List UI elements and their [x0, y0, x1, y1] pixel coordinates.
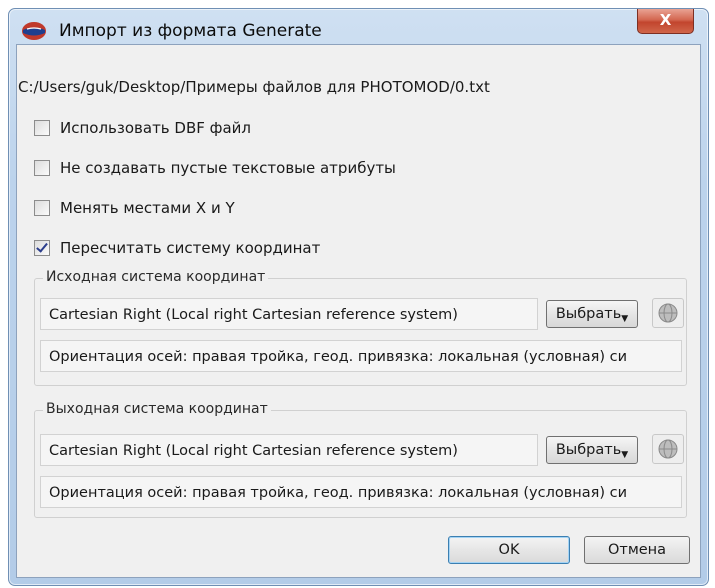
option-swap-xy[interactable]: Менять местами X и Y — [34, 198, 235, 218]
close-button[interactable]: X — [637, 9, 694, 34]
target-cs-group-label: Выходная система координат — [43, 401, 271, 417]
cancel-button[interactable]: Отмена — [584, 536, 690, 564]
option-label: Менять местами X и Y — [60, 199, 235, 217]
ok-button[interactable]: OK — [448, 536, 570, 564]
source-cs-group-label: Исходная система координат — [43, 269, 269, 285]
checkbox[interactable] — [34, 120, 50, 136]
target-cs-description-field: Ориентация осей: правая тройка, геод. пр… — [40, 476, 682, 508]
checkbox[interactable] — [34, 160, 50, 176]
globe-icon — [658, 439, 678, 459]
option-recalc-cs[interactable]: Пересчитать систему координат — [34, 238, 320, 258]
target-cs-globe-button[interactable] — [652, 434, 684, 464]
option-label: Использовать DBF файл — [60, 119, 252, 137]
option-use-dbf[interactable]: Использовать DBF файл — [34, 118, 251, 138]
option-label: Пересчитать систему координат — [60, 239, 321, 257]
dropdown-arrow-icon: ▼ — [621, 314, 629, 324]
target-cs-choose-button[interactable]: Выбрать▼ — [546, 436, 638, 464]
choose-label: Выбрать — [555, 306, 622, 322]
dropdown-arrow-icon: ▼ — [621, 450, 629, 460]
choose-label: Выбрать — [555, 442, 622, 458]
window-title: Импорт из формата Generate — [59, 21, 322, 41]
source-cs-description-field: Ориентация осей: правая тройка, геод. пр… — [40, 340, 682, 372]
file-path-text: C:/Users/guk/Desktop/Примеры файлов для … — [18, 78, 490, 96]
option-label: Не создавать пустые текстовые атрибуты — [60, 159, 396, 177]
app-icon — [21, 21, 47, 41]
source-cs-choose-button[interactable]: Выбрать▼ — [546, 300, 638, 328]
option-no-empty-attrs[interactable]: Не создавать пустые текстовые атрибуты — [34, 158, 396, 178]
source-cs-name-field: Cartesian Right (Local right Cartesian r… — [40, 298, 538, 330]
checkbox[interactable] — [34, 240, 50, 256]
globe-icon — [658, 303, 678, 323]
target-cs-name-field: Cartesian Right (Local right Cartesian r… — [40, 434, 538, 466]
checkbox[interactable] — [34, 200, 50, 216]
source-cs-globe-button[interactable] — [652, 298, 684, 328]
